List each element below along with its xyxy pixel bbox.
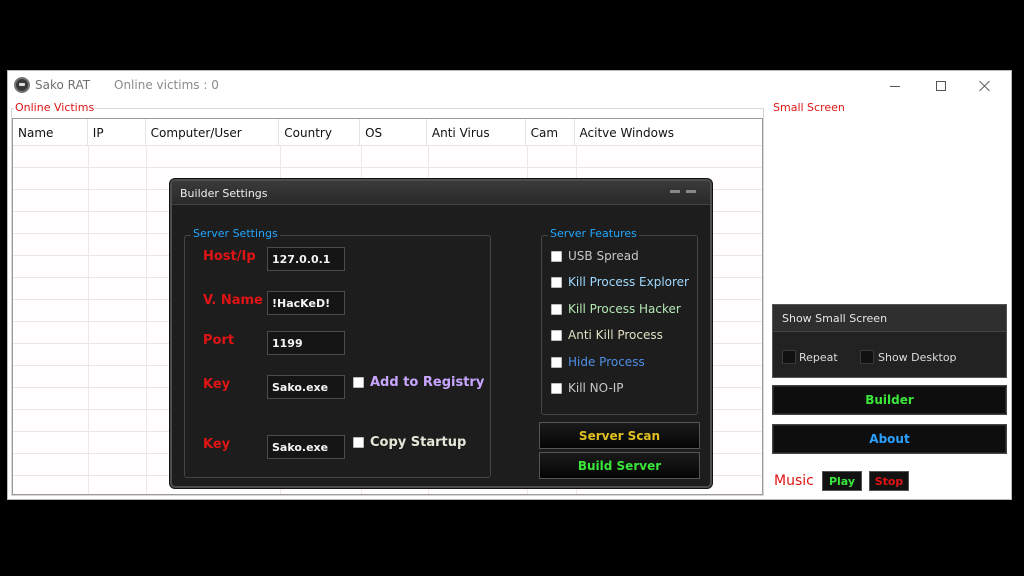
- column-country[interactable]: Country: [279, 119, 361, 145]
- builder-title: Builder Settings: [180, 187, 268, 200]
- registry-key-input[interactable]: Sako.exe: [267, 375, 345, 399]
- server-features-label: Server Features: [548, 227, 639, 240]
- grid-line: [88, 146, 89, 494]
- grid-line: [146, 146, 147, 494]
- minimize-button[interactable]: [875, 73, 915, 99]
- show-small-screen-panel: Show Small Screen Repeat Show Desktop: [772, 304, 1007, 378]
- port-label: Port: [203, 333, 235, 348]
- small-screen-label: Small Screen: [772, 101, 846, 114]
- vname-label: V. Name: [203, 293, 263, 308]
- column-os[interactable]: OS: [360, 119, 427, 145]
- show-desktop-label: Show Desktop: [878, 351, 957, 364]
- kill-process-hacker-checkbox[interactable]: [551, 304, 562, 315]
- close-icon: [979, 80, 991, 92]
- dialog-minimize-icon[interactable]: [670, 190, 680, 193]
- repeat-label: Repeat: [799, 351, 838, 364]
- column-name[interactable]: Name: [13, 119, 88, 145]
- kill-process-explorer-checkbox[interactable]: [551, 277, 562, 288]
- build-server-button[interactable]: Build Server: [539, 452, 700, 479]
- app-logo-icon: [14, 77, 30, 93]
- kill-no-ip-checkbox[interactable]: [551, 383, 562, 394]
- repeat-checkbox[interactable]: [782, 350, 796, 364]
- hide-process-label: Hide Process: [568, 355, 645, 369]
- column-cam[interactable]: Cam: [526, 119, 575, 145]
- online-victims-count: Online victims : 0: [114, 78, 219, 92]
- about-button[interactable]: About: [772, 424, 1007, 454]
- startup-key-input[interactable]: Sako.exe: [267, 435, 345, 459]
- port-input[interactable]: 1199: [267, 331, 345, 355]
- host-input[interactable]: 127.0.0.1: [267, 247, 345, 271]
- add-to-registry-checkbox[interactable]: [353, 377, 364, 388]
- key-label: Key: [203, 377, 231, 392]
- maximize-button[interactable]: [921, 73, 961, 99]
- copy-startup-checkbox[interactable]: [353, 437, 364, 448]
- server-scan-button[interactable]: Server Scan: [539, 422, 700, 449]
- vname-input[interactable]: !HacKeD!: [267, 291, 345, 315]
- add-to-registry-label: Add to Registry: [370, 375, 485, 390]
- music-label: Music: [774, 473, 814, 489]
- show-small-screen-header[interactable]: Show Small Screen: [773, 305, 1006, 332]
- column-anti-virus[interactable]: Anti Virus: [427, 119, 526, 145]
- column-ip[interactable]: IP: [88, 119, 146, 145]
- close-button[interactable]: [965, 73, 1005, 99]
- kill-process-explorer-label: Kill Process Explorer: [568, 275, 689, 289]
- anti-kill-process-checkbox[interactable]: [551, 330, 562, 341]
- table-header: Name IP Computer/User Country OS Anti Vi…: [13, 119, 762, 146]
- column-active-windows[interactable]: Acitve Windows: [575, 119, 762, 145]
- dialog-close-icon[interactable]: [686, 190, 696, 193]
- copy-startup-label: Copy Startup: [370, 435, 467, 450]
- kill-no-ip-label: Kill NO-IP: [568, 381, 624, 395]
- title-bar[interactable]: Sako RAT Online victims : 0: [8, 71, 1011, 101]
- builder-settings-dialog: Builder Settings Server Settings Host/Ip…: [170, 179, 712, 488]
- maximize-icon: [936, 81, 946, 91]
- show-desktop-checkbox[interactable]: [860, 350, 874, 364]
- usb-spread-checkbox[interactable]: [551, 251, 562, 262]
- usb-spread-label: USB Spread: [568, 249, 639, 263]
- stop-button[interactable]: Stop: [869, 471, 909, 491]
- column-computer-user[interactable]: Computer/User: [146, 119, 280, 145]
- kill-process-hacker-label: Kill Process Hacker: [568, 302, 681, 316]
- builder-title-bar[interactable]: Builder Settings: [172, 181, 710, 205]
- app-title: Sako RAT: [35, 78, 91, 92]
- victims-group-label: Online Victims: [14, 101, 96, 114]
- builder-button[interactable]: Builder: [772, 385, 1007, 415]
- key-label: Key: [203, 437, 231, 452]
- play-button[interactable]: Play: [822, 471, 862, 491]
- host-label: Host/Ip: [203, 249, 256, 264]
- anti-kill-process-label: Anti Kill Process: [568, 328, 663, 342]
- hide-process-checkbox[interactable]: [551, 357, 562, 368]
- minimize-icon: [890, 85, 900, 87]
- screen: Sako RAT Online victims : 0 Online Victi…: [0, 0, 1024, 576]
- server-settings-label: Server Settings: [191, 227, 280, 240]
